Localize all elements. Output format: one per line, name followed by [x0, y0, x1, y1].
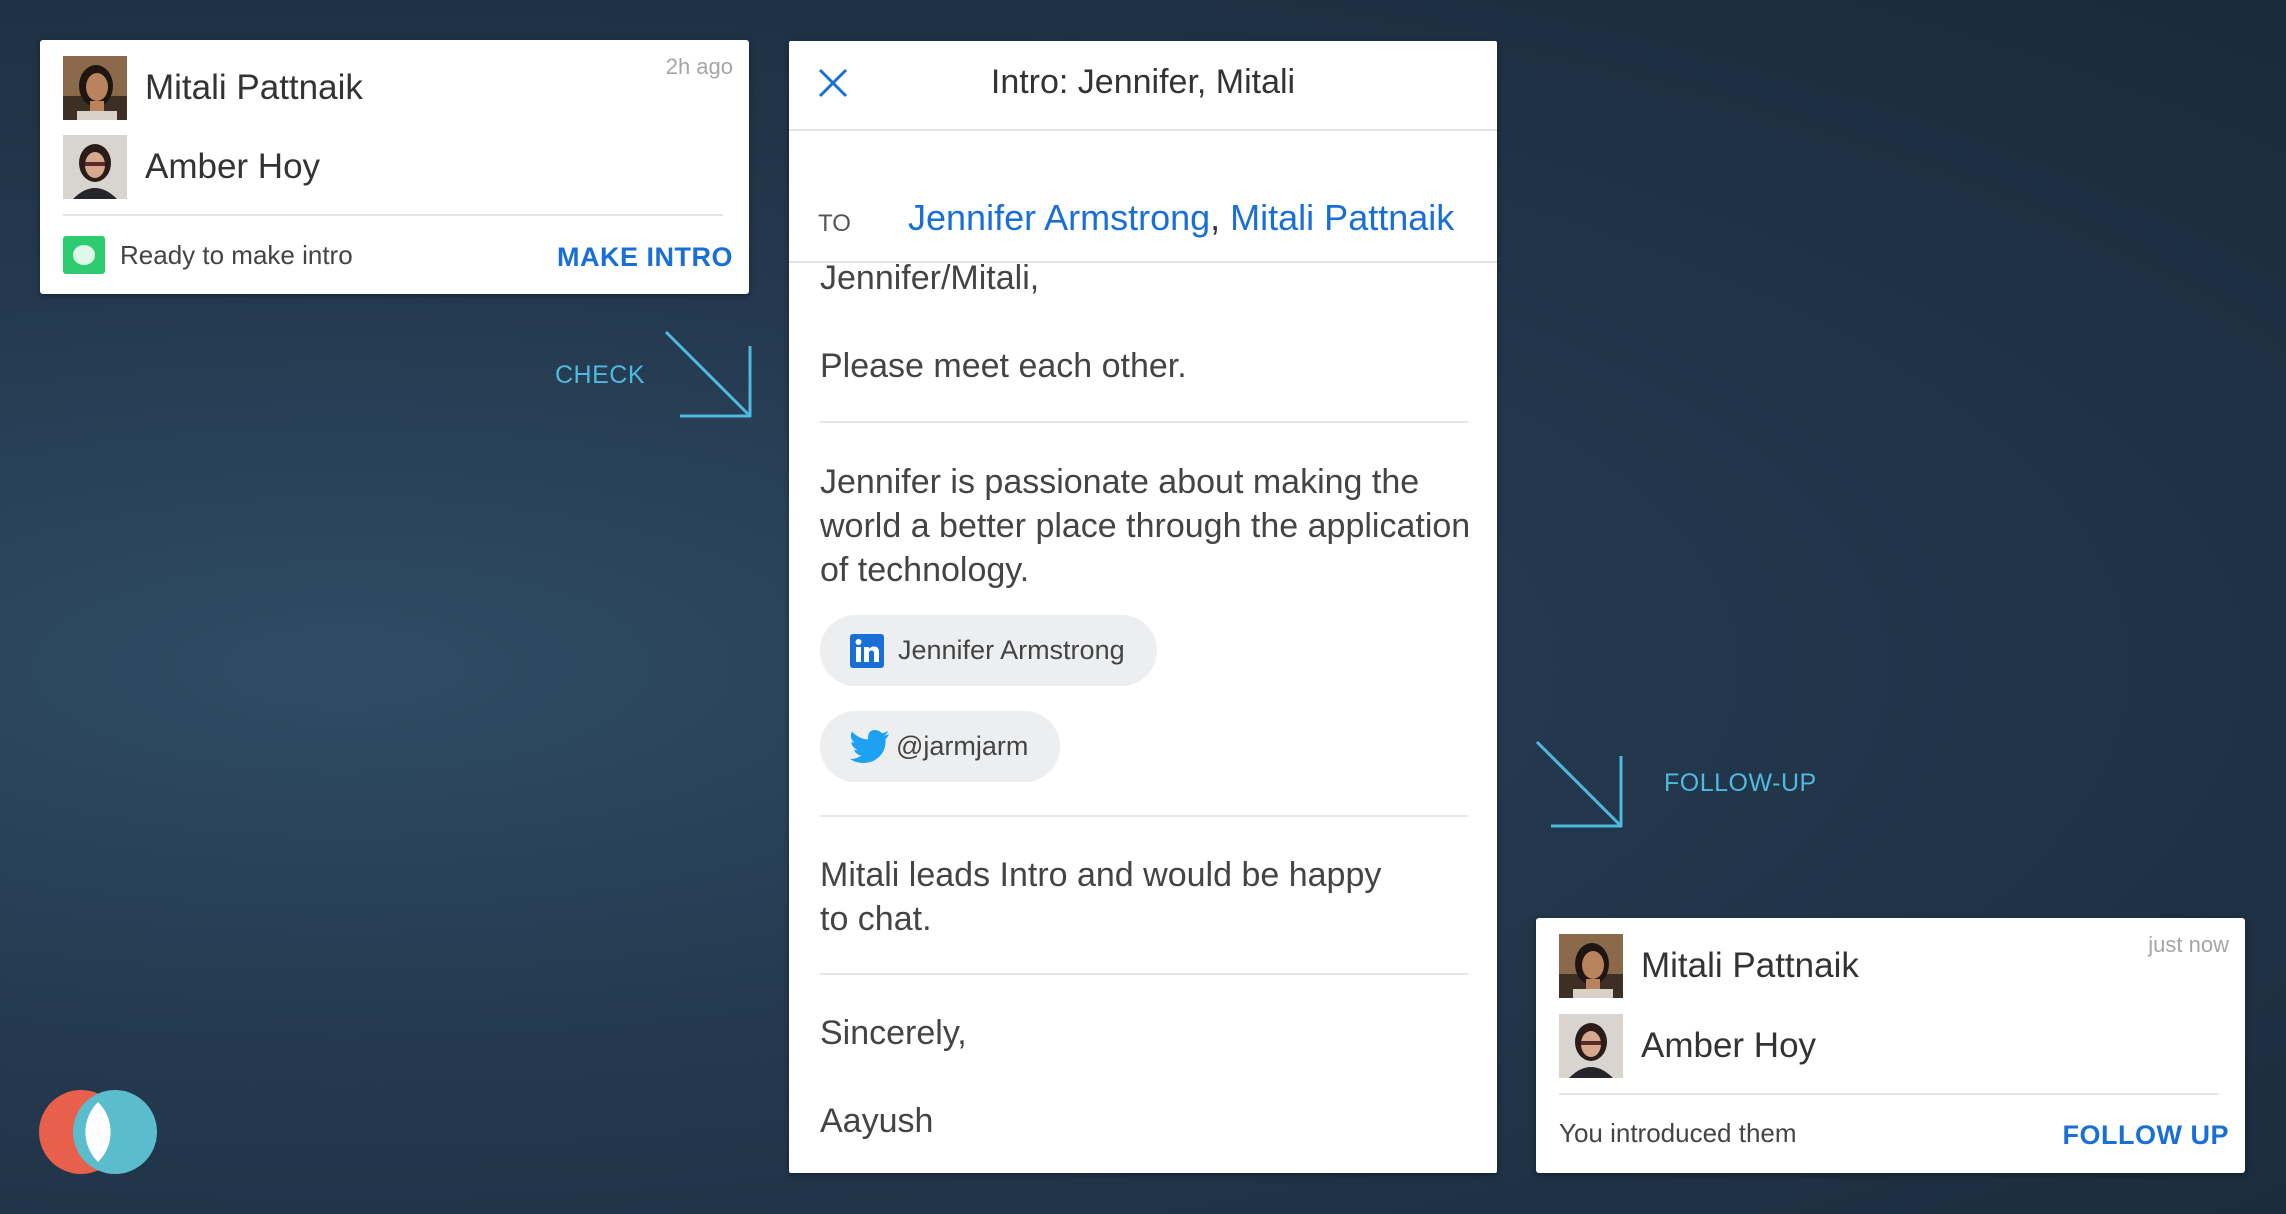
person-name: Mitali Pattnaik — [1641, 946, 1859, 985]
panel-header: Intro: Jennifer, Mitali — [789, 41, 1497, 131]
divider — [63, 214, 723, 216]
avatar — [1559, 934, 1623, 998]
intro-email-panel: Intro: Jennifer, Mitali TO Jennifer Arms… — [789, 41, 1497, 1173]
recipients-row: TO Jennifer Armstrong, Mitali Pattnaik — [789, 131, 1497, 263]
ready-status-icon — [63, 236, 105, 274]
jennifer-blurb: Jennifer is passionate about making the … — [820, 460, 1470, 592]
closing: Sincerely, — [820, 1014, 967, 1052]
chip-label: @jarmjarm — [896, 731, 1029, 761]
check-annotation: CHECK — [555, 361, 646, 389]
opening-line: Please meet each other. — [820, 347, 1187, 385]
divider — [820, 815, 1468, 817]
divider — [820, 421, 1468, 423]
chip-label: Jennifer Armstrong — [898, 635, 1125, 665]
status-text: You introduced them — [1559, 1118, 1797, 1148]
avatar — [63, 135, 127, 199]
blurb-line: of technology. — [820, 551, 1030, 589]
timestamp: just now — [2148, 932, 2229, 957]
blurb-line: Jennifer is passionate about making the — [820, 463, 1420, 501]
blurb-line: Mitali leads Intro and would be happy — [820, 856, 1382, 894]
linkedin-profile-chip[interactable]: Jennifer Armstrong — [820, 615, 1157, 686]
recipient-link[interactable]: Jennifer Armstrong — [908, 197, 1210, 238]
avatar — [63, 56, 127, 120]
avatar — [1559, 1014, 1623, 1078]
divider — [820, 973, 1468, 975]
make-intro-button[interactable]: MAKE INTRO — [557, 242, 733, 273]
person-name: Mitali Pattnaik — [145, 68, 363, 107]
linkedin-icon — [850, 633, 884, 668]
greeting: Jennifer/Mitali, — [820, 259, 1040, 297]
to-label: TO — [818, 210, 851, 237]
status-text: Ready to make intro — [120, 240, 353, 270]
twitter-icon — [850, 729, 889, 763]
follow-up-annotation: FOLLOW-UP — [1664, 769, 1817, 797]
follow-up-button[interactable]: FOLLOW UP — [2063, 1120, 2229, 1151]
twitter-profile-chip[interactable]: @jarmjarm — [820, 711, 1061, 782]
recipients: Jennifer Armstrong, Mitali Pattnaik — [908, 197, 1454, 239]
arrow-down-right-icon — [664, 330, 752, 418]
pending-intro-card[interactable]: 2h ago Mitali Pattnaik Amber Hoy Ready t… — [40, 40, 749, 294]
divider — [1559, 1093, 2219, 1095]
blurb-line: to chat. — [820, 900, 932, 938]
recipient-separator: , — [1210, 197, 1221, 238]
timestamp: 2h ago — [665, 54, 733, 79]
mitali-blurb: Mitali leads Intro and would be happy to… — [820, 853, 1381, 941]
arrow-down-right-icon — [1535, 740, 1623, 828]
panel-title: Intro: Jennifer, Mitali — [990, 63, 1296, 101]
completed-intro-card[interactable]: just now Mitali Pattnaik Amber Hoy You i… — [1536, 918, 2245, 1173]
blurb-line: world a better place through the applica… — [820, 507, 1471, 545]
signature: Aayush — [820, 1102, 934, 1140]
recipient-link[interactable]: Mitali Pattnaik — [1230, 197, 1454, 238]
person-name: Amber Hoy — [1641, 1026, 1817, 1065]
intro-logo — [39, 1090, 157, 1174]
person-name: Amber Hoy — [145, 147, 321, 186]
